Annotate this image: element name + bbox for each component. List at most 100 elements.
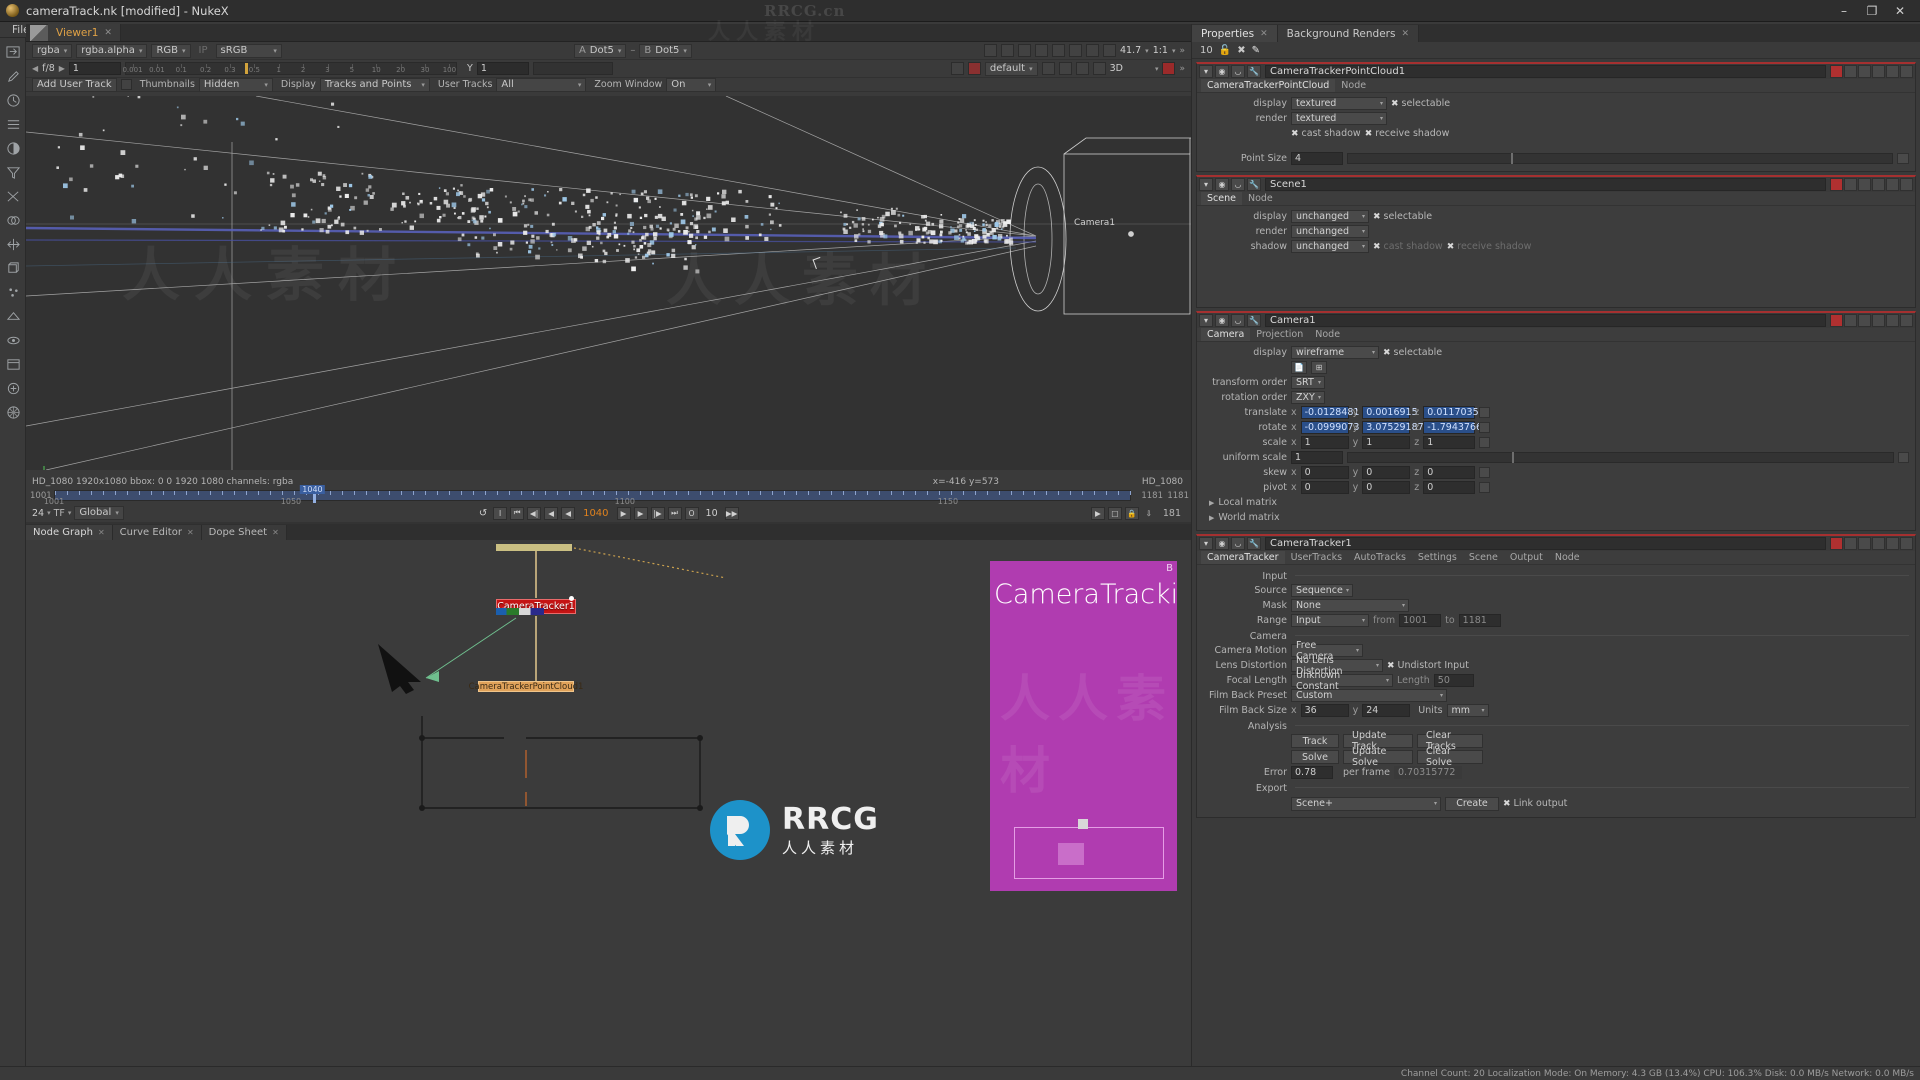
panel-revert-icon[interactable] <box>1844 537 1857 550</box>
display-dropdown[interactable]: wireframe <box>1291 346 1379 359</box>
wrench-icon[interactable]: 🔧 <box>1247 314 1261 327</box>
views-icon[interactable] <box>0 328 26 352</box>
panel-help-icon[interactable] <box>1886 314 1899 327</box>
keyer-icon[interactable] <box>0 184 26 208</box>
proxy-mode-dropdown[interactable]: default ▾ <box>984 61 1038 76</box>
node-graph-canvas[interactable]: CameraTracker1 CameraTrackerPointCloud1 … <box>26 540 1191 1066</box>
zoom-ratio[interactable]: 1:1 <box>1153 45 1168 56</box>
node-name-field[interactable]: Camera1 <box>1265 314 1826 327</box>
solve-button[interactable]: Solve <box>1291 750 1339 764</box>
particles-icon[interactable] <box>0 280 26 304</box>
skew-x-input[interactable]: 0 <box>1300 466 1349 479</box>
uniform-scale-input[interactable]: 1 <box>1291 451 1343 464</box>
skew-y-input[interactable]: 0 <box>1362 466 1411 479</box>
ptab-node[interactable]: Node <box>1549 551 1586 564</box>
scale-z-input[interactable]: 1 <box>1423 436 1476 449</box>
playback-mode-button[interactable]: ▶ <box>1090 506 1105 520</box>
node-name-field[interactable]: CameraTracker1 <box>1265 537 1826 550</box>
rotate-anim-icon[interactable] <box>1479 422 1491 433</box>
current-frame[interactable]: 1040 <box>578 508 613 519</box>
display-dropdown[interactable]: Tracks and Points ▾ <box>319 77 430 92</box>
render-dropdown[interactable]: textured <box>1291 112 1387 125</box>
panel-copy-icon[interactable] <box>1872 314 1885 327</box>
key-icon[interactable]: ⇩ <box>1142 507 1156 520</box>
tab-viewer1[interactable]: Viewer1 ✕ <box>48 24 121 41</box>
selectable-checkbox[interactable]: ✖ selectable <box>1373 211 1432 222</box>
panel-minimize-icon[interactable] <box>1900 65 1913 78</box>
ptab-usertracks[interactable]: UserTracks <box>1285 551 1348 564</box>
focal-length-dropdown[interactable]: Unknown Constant <box>1291 670 1393 692</box>
error-input[interactable]: 0.78 <box>1291 766 1333 779</box>
deep-icon[interactable] <box>0 304 26 328</box>
panel-revert-icon[interactable] <box>1844 178 1857 191</box>
close-icon[interactable]: ✕ <box>104 28 112 38</box>
edit-icon[interactable]: ✎ <box>1252 45 1260 56</box>
wrench-icon[interactable]: 🔧 <box>1247 178 1261 191</box>
range-from-input[interactable]: 1001 <box>1399 614 1442 627</box>
expand-icon[interactable]: » <box>1180 46 1186 56</box>
wrench-icon[interactable]: 🔧 <box>1247 537 1261 550</box>
tab-background-renders[interactable]: Background Renders ✕ <box>1277 25 1420 42</box>
undistort-input-checkbox[interactable]: ✖ Undistort Input <box>1387 660 1469 671</box>
scale-y-input[interactable]: 1 <box>1362 436 1411 449</box>
film-back-x-input[interactable]: 36 <box>1300 704 1349 717</box>
translate-anim-icon[interactable] <box>1479 407 1491 418</box>
channel-icon[interactable] <box>0 112 26 136</box>
point-size-slider[interactable] <box>1347 153 1893 164</box>
pivot-anim-icon[interactable] <box>1479 482 1491 493</box>
cast-shadow-checkbox[interactable]: ✖ cast shadow <box>1373 241 1443 252</box>
rotate-x-input[interactable]: -0.0999073 <box>1300 421 1359 434</box>
zoom-window-dropdown[interactable]: On ▾ <box>666 77 717 92</box>
help-icon[interactable]: ◉ <box>1215 537 1229 550</box>
ptab-node[interactable]: Node <box>1309 328 1346 341</box>
selectable-checkbox[interactable]: ✖ selectable <box>1391 98 1450 109</box>
panel-close-icon[interactable] <box>1830 537 1843 550</box>
rotate-y-input[interactable]: 3.07529187 <box>1362 421 1424 434</box>
filter-icon[interactable] <box>0 160 26 184</box>
render-dropdown[interactable]: unchanged <box>1291 225 1369 238</box>
translate-y-input[interactable]: 0.0016915 <box>1362 406 1418 419</box>
range-dropdown[interactable]: Input <box>1291 614 1369 627</box>
point-size-input[interactable]: 4 <box>1291 152 1343 165</box>
prev-keyframe-button[interactable]: ◀| <box>527 506 542 520</box>
gain-slider[interactable]: 0.001 0.01 0.1 0.2 0.3 0.5 1 2 3 5 10 20 30 100 <box>122 62 457 75</box>
thumbnails-dropdown[interactable]: Hidden ▾ <box>198 77 273 92</box>
unlock-icon[interactable]: 🔓 <box>1219 45 1231 56</box>
shadow-dropdown[interactable]: unchanged <box>1291 240 1369 253</box>
rotate-z-input[interactable]: -1.79437668 <box>1423 421 1488 434</box>
panel-float-icon[interactable] <box>1858 314 1871 327</box>
panel-minimize-icon[interactable] <box>1900 178 1913 191</box>
transform-icon[interactable] <box>0 232 26 256</box>
viewport-3d[interactable]: Camera1 RRCG 人人素材 人人素材 <box>26 96 1191 470</box>
merge-icon[interactable] <box>0 208 26 232</box>
close-button[interactable]: ✕ <box>1886 1 1914 21</box>
play-backward-button[interactable]: ◀ <box>544 506 559 520</box>
frame-increment[interactable]: 10 <box>702 508 722 519</box>
proxy-list-icon[interactable] <box>1052 44 1066 57</box>
properties-max-count[interactable]: 10 <box>1200 45 1213 56</box>
refresh-icon[interactable] <box>1069 44 1083 57</box>
next-keyframe-button[interactable]: |▶ <box>650 506 665 520</box>
skew-anim-icon[interactable] <box>1479 467 1491 478</box>
close-icon[interactable]: ✕ <box>1260 29 1268 39</box>
source-dropdown[interactable]: Sequence <box>1291 584 1353 597</box>
paint-icon[interactable] <box>0 64 26 88</box>
ip-toggle[interactable]: IP <box>195 44 212 58</box>
panel-help-icon[interactable] <box>1886 178 1899 191</box>
record-icon[interactable] <box>1162 62 1176 75</box>
plugin-icon[interactable] <box>0 400 26 424</box>
gamma-input[interactable]: 1 <box>476 62 529 75</box>
rotation-order-dropdown[interactable]: ZXY <box>1291 391 1325 404</box>
roi-icon[interactable] <box>984 44 998 57</box>
wrench-icon[interactable]: 🔧 <box>1247 65 1261 78</box>
display-dropdown[interactable]: textured <box>1291 97 1387 110</box>
film-back-preset-dropdown[interactable]: Custom <box>1291 689 1447 702</box>
lock-range-icon[interactable]: 🔒 <box>1124 506 1139 520</box>
units-dropdown[interactable]: mm <box>1446 704 1489 717</box>
close-icon[interactable]: ✕ <box>272 528 279 537</box>
tab-curve-editor[interactable]: Curve Editor ✕ <box>112 525 202 540</box>
ptab-autotracks[interactable]: AutoTracks <box>1348 551 1412 564</box>
scale-anim-icon[interactable] <box>1479 437 1491 448</box>
pivot-y-input[interactable]: 0 <box>1362 481 1411 494</box>
panel-copy-icon[interactable] <box>1872 65 1885 78</box>
